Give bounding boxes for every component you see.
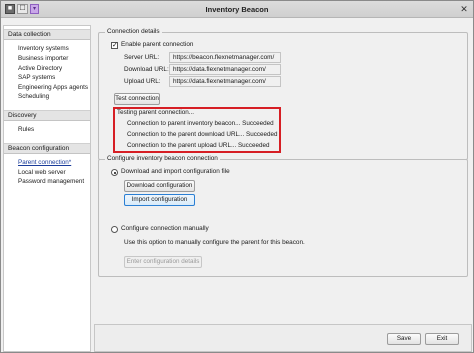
sidebar-item-engineering-apps-agents[interactable]: Engineering Apps agents [18,84,88,92]
window-title: Inventory Beacon [205,5,269,14]
checkmark-icon: ✓ [112,42,118,49]
test-connection-button[interactable]: Test connection [114,93,160,105]
connection-details-label: Connection details [105,28,162,36]
enable-parent-connection-label[interactable]: Enable parent connection [121,41,193,49]
title-bar: ■ ☐ ▾ Inventory Beacon ✕ [1,1,473,18]
sidebar-section-discovery[interactable]: Discovery [4,110,90,121]
test-result-line: Connection to parent inventory beacon...… [127,120,274,127]
radio-selected-dot [113,171,116,174]
connection-details-group: Connection details ✓ Enable parent conne… [98,28,468,160]
configure-beacon-group: Configure inventory beacon connection Do… [98,155,468,277]
footer-bar: Save Exit [94,324,472,352]
sidebar-item-active-directory[interactable]: Active Directory [18,65,62,73]
sidebar-section-data-collection[interactable]: Data collection [4,29,90,40]
close-icon[interactable]: ✕ [458,3,470,15]
enable-parent-connection-checkbox[interactable]: ✓ [111,42,118,49]
server-url-field[interactable]: https://beacon.flexnetmanager.com/ [169,52,281,63]
upload-url-field[interactable]: https://data.flexnetmanager.com/ [169,76,281,87]
test-results-heading: Testing parent connection... [117,109,195,116]
download-import-label[interactable]: Download and import configuration file [121,168,230,176]
exit-button[interactable]: Exit [425,333,459,345]
sidebar-item-password-management[interactable]: Password management [18,178,84,186]
download-url-label: Download URL: [124,66,169,73]
manual-hint-text: Use this option to manually configure th… [124,239,305,246]
sidebar-item-local-web-server[interactable]: Local web server [18,169,66,177]
sidebar-item-business-importer[interactable]: Business importer [18,55,68,63]
download-url-field[interactable]: https://data.flexnetmanager.com/ [169,64,281,75]
sidebar-item-scheduling[interactable]: Scheduling [18,93,49,101]
configure-manually-label[interactable]: Configure connection manually [121,225,209,233]
sidebar-item-rules[interactable]: Rules [18,126,34,134]
app-window: ■ ☐ ▾ Inventory Beacon ✕ Data collection… [0,0,474,353]
configure-beacon-label: Configure inventory beacon connection [105,155,220,163]
import-configuration-button[interactable]: Import configuration [124,194,195,206]
sidebar-item-parent-connection[interactable]: Parent connection* [18,159,71,167]
sidebar-section-beacon-configuration[interactable]: Beacon configuration [4,143,90,154]
enter-configuration-details-button: Enter configuration details [124,256,202,268]
test-result-line: Connection to the parent download URL...… [127,131,278,138]
sidebar-item-inventory-systems[interactable]: Inventory systems [18,45,69,53]
download-import-radio[interactable] [111,169,118,176]
configure-manually-radio[interactable] [111,226,118,233]
test-result-line: Connection to the parent upload URL... S… [127,142,270,149]
sidebar-item-sap-systems[interactable]: SAP systems [18,74,55,82]
save-button[interactable]: Save [387,333,421,345]
upload-url-label: Upload URL: [124,78,161,85]
main-panel: Connection details ✓ Enable parent conne… [94,23,472,321]
server-url-label: Server URL: [124,54,160,61]
download-configuration-button[interactable]: Download configuration [124,180,195,192]
sidebar: Data collection Inventory systems Busine… [3,25,91,352]
